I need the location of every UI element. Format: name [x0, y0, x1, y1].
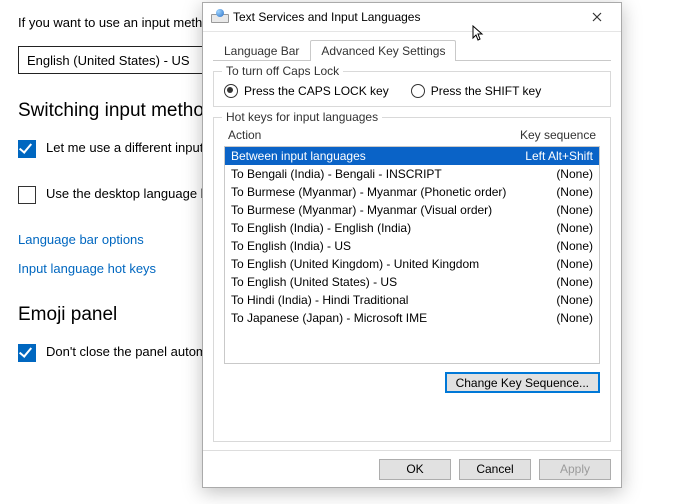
- cancel-button[interactable]: Cancel: [459, 459, 531, 480]
- keyboard-globe-icon: [211, 11, 227, 23]
- row-key-sequence: (None): [511, 184, 593, 200]
- apply-button[interactable]: Apply: [539, 459, 611, 480]
- row-action: To Burmese (Myanmar) - Myanmar (Phonetic…: [231, 184, 511, 200]
- hotkey-row[interactable]: To English (United States) - US(None): [225, 273, 599, 291]
- hotkeys-listbox[interactable]: Between input languagesLeft Alt+ShiftTo …: [224, 146, 600, 364]
- hotkey-row[interactable]: To Hindi (India) - Hindi Traditional(Non…: [225, 291, 599, 309]
- ok-button[interactable]: OK: [379, 459, 451, 480]
- change-key-sequence-button[interactable]: Change Key Sequence...: [445, 372, 600, 393]
- hotkey-row[interactable]: Between input languagesLeft Alt+Shift: [225, 147, 599, 165]
- dialog-footer: OK Cancel Apply: [203, 450, 621, 487]
- radio-press-caps-lock[interactable]: Press the CAPS LOCK key: [224, 84, 389, 98]
- hotkey-row[interactable]: To English (India) - US(None): [225, 237, 599, 255]
- row-action: To Hindi (India) - Hindi Traditional: [231, 292, 511, 308]
- row-key-sequence: (None): [511, 220, 593, 236]
- titlebar[interactable]: Text Services and Input Languages: [203, 3, 621, 32]
- row-key-sequence: (None): [511, 292, 593, 308]
- tab-advanced-key-settings[interactable]: Advanced Key Settings: [310, 40, 456, 61]
- row-action: To Bengali (India) - Bengali - INSCRIPT: [231, 166, 511, 182]
- row-action: To Burmese (Myanmar) - Myanmar (Visual o…: [231, 202, 511, 218]
- radio-label: Press the SHIFT key: [431, 84, 541, 98]
- hotkey-row[interactable]: To Japanese (Japan) - Microsoft IME(None…: [225, 309, 599, 327]
- tabstrip: Language Bar Advanced Key Settings: [213, 38, 611, 61]
- row-action: To English (India) - English (India): [231, 220, 511, 236]
- hotkey-row[interactable]: To Burmese (Myanmar) - Myanmar (Visual o…: [225, 201, 599, 219]
- radio-icon: [411, 84, 425, 98]
- caps-lock-group: To turn off Caps Lock Press the CAPS LOC…: [213, 71, 611, 107]
- row-action: To English (United States) - US: [231, 274, 511, 290]
- row-key-sequence: Left Alt+Shift: [511, 148, 593, 164]
- combo-value: English (United States) - US: [27, 53, 190, 68]
- col-action: Action: [228, 128, 510, 142]
- text-services-dialog: Text Services and Input Languages Langua…: [202, 2, 622, 488]
- dialog-title: Text Services and Input Languages: [233, 10, 577, 24]
- close-icon: [592, 12, 602, 22]
- check-icon: [18, 186, 36, 204]
- row-action: To English (India) - US: [231, 238, 511, 254]
- row-key-sequence: (None): [511, 256, 593, 272]
- hotkey-row[interactable]: To English (United Kingdom) - United Kin…: [225, 255, 599, 273]
- row-key-sequence: (None): [511, 166, 593, 182]
- row-key-sequence: (None): [511, 274, 593, 290]
- hotkeys-group: Hot keys for input languages Action Key …: [213, 117, 611, 442]
- row-action: Between input languages: [231, 148, 511, 164]
- tab-language-bar[interactable]: Language Bar: [213, 40, 310, 61]
- close-button[interactable]: [577, 4, 617, 30]
- radio-label: Press the CAPS LOCK key: [244, 84, 389, 98]
- row-action: To Japanese (Japan) - Microsoft IME: [231, 310, 511, 326]
- hotkey-row[interactable]: To Burmese (Myanmar) - Myanmar (Phonetic…: [225, 183, 599, 201]
- row-key-sequence: (None): [511, 238, 593, 254]
- radio-press-shift[interactable]: Press the SHIFT key: [411, 84, 541, 98]
- check-icon: [18, 344, 36, 362]
- list-header: Action Key sequence: [224, 126, 600, 144]
- radio-icon: [224, 84, 238, 98]
- row-key-sequence: (None): [511, 310, 593, 326]
- hotkey-row[interactable]: To English (India) - English (India)(Non…: [225, 219, 599, 237]
- check-icon: [18, 140, 36, 158]
- row-action: To English (United Kingdom) - United Kin…: [231, 256, 511, 272]
- row-key-sequence: (None): [511, 202, 593, 218]
- col-key-sequence: Key sequence: [510, 128, 596, 142]
- group-legend: Hot keys for input languages: [222, 110, 382, 124]
- hotkey-row[interactable]: To Bengali (India) - Bengali - INSCRIPT(…: [225, 165, 599, 183]
- dialog-body: Language Bar Advanced Key Settings To tu…: [203, 32, 621, 450]
- group-legend: To turn off Caps Lock: [222, 64, 343, 78]
